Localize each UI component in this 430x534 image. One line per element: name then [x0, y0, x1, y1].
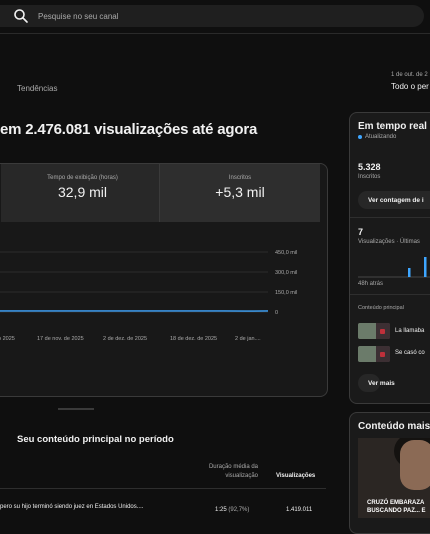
period-selector[interactable]: Todo o per — [391, 82, 429, 91]
metric-value: +5,3 mil — [160, 184, 320, 200]
search-icon — [13, 8, 29, 24]
top-content-title: Conteúdo mais r — [358, 421, 430, 432]
x-tick-label: 18 de dez. de 2025 — [170, 336, 217, 342]
video-title[interactable]: Se casó co — [395, 350, 425, 356]
see-more-button[interactable]: Ver mais — [358, 374, 380, 392]
x-tick-label: 17 de nov. de 2025 — [37, 336, 84, 342]
y-tick-label: 450,0 mil — [275, 250, 297, 256]
y-tick-label: 0 — [275, 310, 278, 316]
realtime-bar-chart — [358, 254, 430, 278]
video-thumbnail[interactable] — [358, 346, 390, 362]
tab-trends[interactable]: Tendências — [17, 84, 57, 93]
search-bar[interactable] — [0, 5, 424, 27]
realtime-divider — [350, 217, 430, 218]
y-tick-label: 300,0 mil — [275, 270, 297, 276]
realtime-status: Atualizando — [358, 134, 396, 140]
metric-label: Inscritos — [160, 175, 320, 181]
realtime-subscribers-label: Inscritos — [358, 174, 380, 180]
column-header-views[interactable]: Visualizações — [276, 473, 315, 479]
table-row-duration: 1:25 (92,7%) — [215, 507, 249, 513]
x-tick-label: 2 de dez. de 2025 — [103, 336, 147, 342]
table-row-views: 1.419.011 — [286, 507, 312, 513]
metric-value: 32,9 mil — [1, 184, 164, 200]
duration-percent: (92,7%) — [228, 507, 249, 513]
realtime-divider — [350, 294, 430, 295]
metric-label: Tempo de exibição (horas) — [1, 175, 164, 181]
video-title[interactable]: La llamaba — [395, 328, 424, 334]
header-divider — [0, 33, 430, 34]
date-range-label[interactable]: 1 de out. de 2 — [391, 72, 428, 78]
caption-line: BUSCANDO PAZ... E — [367, 507, 426, 515]
realtime-top-content-label: Conteúdo principal — [358, 305, 404, 311]
video-thumbnail[interactable] — [358, 323, 390, 339]
table-row-title[interactable]: pero su hijo terminó siendo juez en Esta… — [0, 504, 143, 510]
realtime-bar — [408, 268, 411, 277]
realtime-time-label: 48h atrás — [358, 281, 383, 287]
caption-line: CRUZÓ EMBARAZA — [367, 499, 426, 507]
metric-tab-subscribers[interactable]: Inscritos +5,3 mil — [159, 164, 320, 222]
column-header-duration[interactable]: Duração média da visualização — [190, 463, 258, 481]
realtime-title: Em tempo real — [358, 121, 427, 132]
duration-value: 1:25 — [215, 507, 227, 513]
search-input[interactable] — [36, 11, 340, 22]
table-divider — [0, 488, 326, 489]
realtime-bar — [424, 257, 427, 277]
realtime-views-value: 7 — [358, 227, 363, 237]
realtime-views-label: Visualizações · Últimas — [358, 239, 420, 245]
y-tick-label: 150,0 mil — [275, 290, 297, 296]
realtime-status-text: Atualizando — [365, 134, 396, 140]
metric-tab-watch-time[interactable]: Tempo de exibição (horas) 32,9 mil — [1, 164, 164, 222]
x-tick-label: 2 de jan.... — [235, 336, 261, 342]
x-tick-label: o 2025 — [0, 336, 15, 342]
top-content-heading: Seu conteúdo principal no período — [17, 434, 174, 445]
realtime-subscribers-value: 5.328 — [358, 162, 381, 172]
section-divider — [58, 408, 94, 410]
live-dot-icon — [358, 135, 362, 139]
view-count-button[interactable]: Ver contagem de i — [358, 191, 430, 209]
page-headline: em 2.476.081 visualizações até agora — [0, 121, 257, 138]
top-video-caption: CRUZÓ EMBARAZA BUSCANDO PAZ... E — [367, 499, 426, 515]
views-line-chart: 450,0 mil 300,0 mil 150,0 mil 0 o 2025 17 de … — [0, 240, 300, 350]
